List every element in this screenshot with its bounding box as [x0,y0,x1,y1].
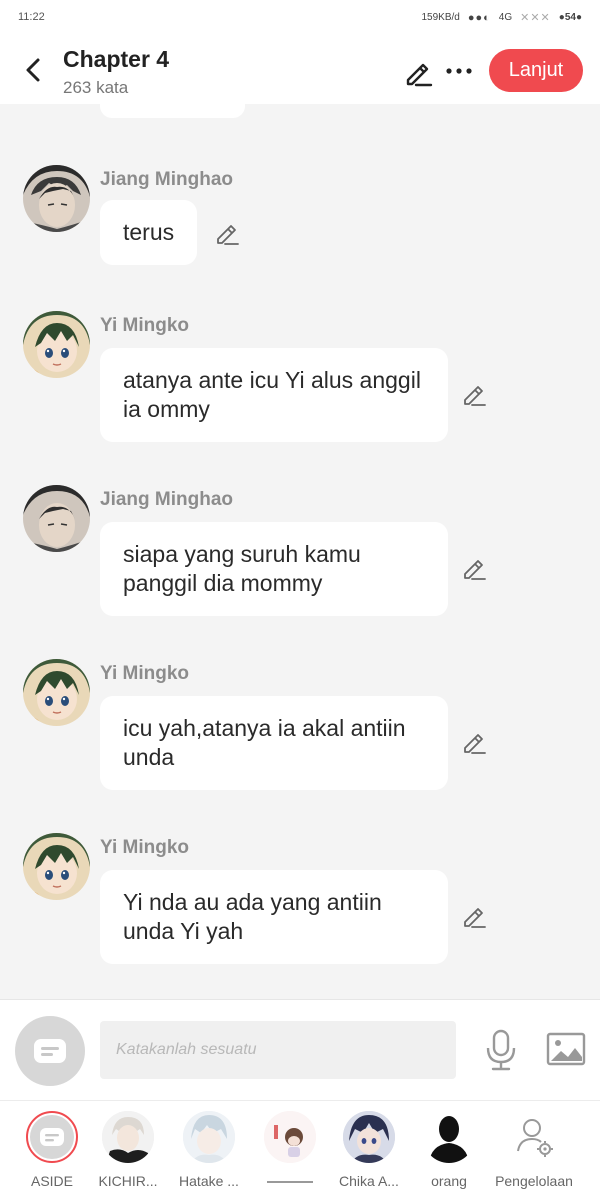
character-bar: ASIDE KICHIR... Hatake ... Chika A... or… [0,1100,600,1200]
sender-name: Yi Mingko [100,315,190,336]
yi-avatar-icon [23,833,90,900]
pencil-icon [406,63,433,87]
avatar[interactable] [23,311,90,378]
character-label: ASIDE [30,1173,73,1189]
network-type: 4G [498,12,513,23]
status-time: 11:22 [18,11,45,23]
character-aside[interactable]: ASIDE [12,1111,92,1197]
message-bubble[interactable]: icu yah,atanya ia akal antiin unda [100,696,448,790]
message-bubble[interactable]: siapa yang suruh kamu panggil dia mommy [100,522,448,616]
character-label: orang [431,1173,467,1189]
pencil-icon [464,734,486,754]
back-button[interactable] [18,52,48,88]
character-label: Hatake ... [179,1173,239,1189]
avatar [26,1111,78,1163]
message-bubble[interactable]: Yi nda au ada yang antiin unda Yi yah [100,870,448,964]
input-bar [0,999,600,1100]
avatar [183,1111,235,1163]
network-speed: 159KB/d [421,12,460,23]
avatar [102,1111,154,1163]
avatar[interactable] [23,485,90,552]
character-kichiro[interactable]: KICHIR... [88,1111,168,1197]
avatar [264,1111,316,1163]
voice-input-button[interactable] [483,1028,519,1072]
avatar [508,1111,560,1163]
image-upload-button[interactable] [546,1031,586,1069]
more-options-button[interactable] [444,56,474,86]
edit-message-button[interactable] [213,219,241,247]
avatar [343,1111,395,1163]
kichiro-avatar-icon [102,1111,154,1163]
sender-name: Yi Mingko [100,663,190,684]
character-label: Pengelolaan [495,1173,573,1189]
pencil-icon [217,225,239,245]
character-label: Chika A... [339,1173,399,1189]
character-orang[interactable]: orang [409,1111,489,1197]
status-bar: 11:22 159KB/d ●●◐ 4G ✕✕✕ ●54● [0,0,600,36]
avatar[interactable] [23,833,90,900]
image-icon [546,1032,586,1066]
page-title: Chapter 4 [63,46,170,72]
sender-name: Jiang Minghao [100,169,233,190]
message-box-icon [30,1115,74,1159]
edit-message-button[interactable] [460,728,488,756]
character-label: KICHIR... [98,1173,158,1189]
pencil-icon [464,908,486,928]
avatar[interactable] [23,165,90,232]
message-bubble[interactable]: terus [100,200,198,265]
microphone-icon [486,1029,516,1071]
jiang-avatar-icon [23,485,90,552]
chibi-avatar-icon [264,1111,316,1163]
pencil-icon [464,386,486,406]
previous-message-bubble [100,104,245,118]
yi-avatar-icon [23,311,90,378]
battery-icon: ●54● [558,12,582,23]
empty-label-line [267,1181,313,1183]
edit-button[interactable] [402,56,434,88]
app-header: Chapter 4 263 kata Lanjut [0,36,600,104]
message-bubble[interactable]: atanya ante icu Yi alus anggil ia ommy [100,348,448,442]
next-button[interactable]: Lanjut [489,49,583,92]
user-settings-icon [517,1119,553,1157]
sender-name: Jiang Minghao [100,489,233,510]
chat-area[interactable]: Jiang Minghao terus Yi Mingko atanya ant… [0,104,600,999]
edit-message-button[interactable] [460,380,488,408]
jiang-avatar-icon [23,165,90,232]
silhouette-avatar-icon [423,1111,475,1163]
avatar[interactable] [23,659,90,726]
pencil-icon [464,560,486,580]
aside-toggle-button[interactable] [15,1016,85,1086]
hatake-avatar-icon [183,1111,235,1163]
message-box-icon [34,1039,66,1063]
word-count: 263 kata [63,78,129,97]
sender-name: Yi Mingko [100,837,190,858]
more-horizontal-icon [446,68,472,74]
character-unnamed[interactable] [250,1111,330,1197]
edit-message-button[interactable] [460,902,488,930]
chika-avatar-icon [343,1111,395,1163]
wifi-icon: ✕✕✕ [520,12,551,24]
edit-message-button[interactable] [460,554,488,582]
character-hatake[interactable]: Hatake ... [169,1111,249,1197]
battery-level: 54 [564,12,576,23]
yi-avatar-icon [23,659,90,726]
chevron-left-icon [26,58,40,82]
signal-dots-icon: ●●◐ [467,11,491,24]
character-management[interactable]: Pengelolaan [494,1111,574,1197]
message-input[interactable] [100,1021,456,1079]
character-chika[interactable]: Chika A... [329,1111,409,1197]
avatar [423,1111,475,1163]
status-icons: 159KB/d ●●◐ 4G ✕✕✕ ●54● [421,11,582,25]
